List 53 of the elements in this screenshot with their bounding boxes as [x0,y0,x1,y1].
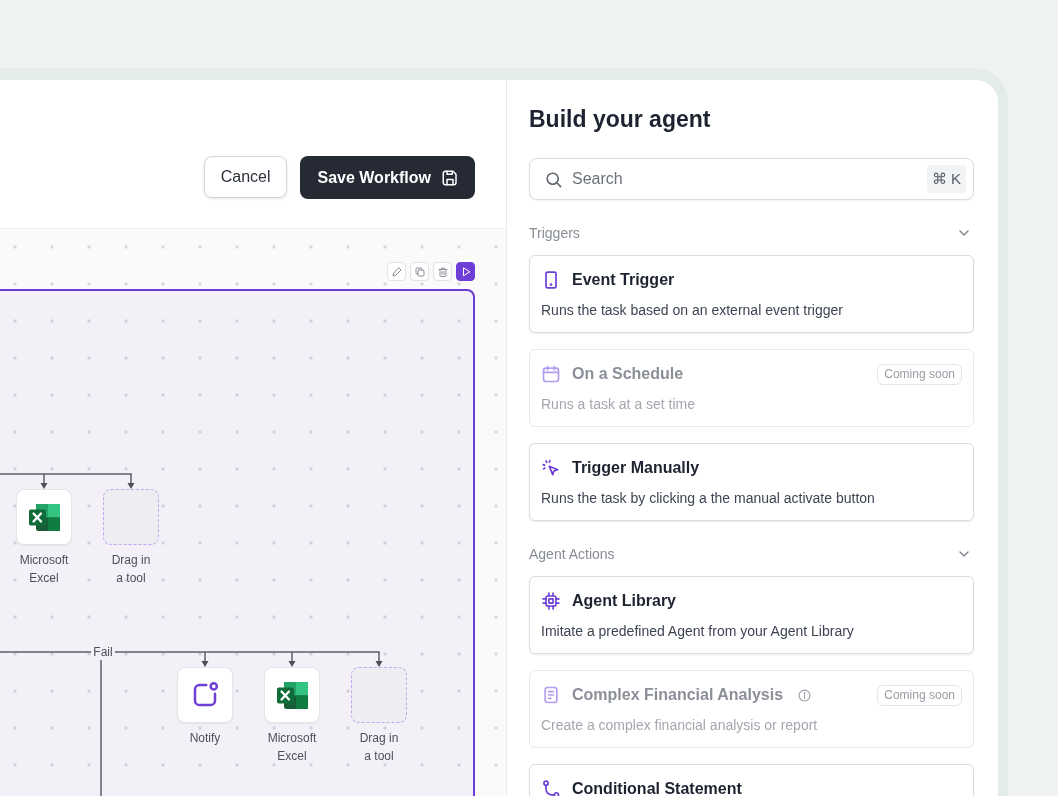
calendar-icon [541,364,561,384]
panel-title: Build your agent [529,105,712,133]
option-card[interactable]: Conditional Statement [529,764,974,796]
arrow [375,652,383,667]
document-icon [541,685,561,705]
status-badge: Coming soon [877,363,962,385]
save-button[interactable]: Save Workflow [300,156,475,199]
edit-button[interactable] [387,262,406,281]
section-title: Agent Actions [529,546,615,562]
section-title: Triggers [529,225,580,241]
arrow [40,474,48,489]
tool-node[interactable] [16,489,72,545]
run-button[interactable] [456,262,475,281]
trash-icon [436,265,449,278]
card-description: Imitate a predefined Agent from your Agent Library [541,622,855,641]
cursor-click-icon [541,458,561,478]
keyboard-shortcut: ⌘ K [926,165,966,193]
node-label: Drag in a tool [110,552,152,587]
tool-node[interactable] [177,667,233,723]
chip-icon [541,591,561,611]
option-card[interactable]: Event Trigger Runs the task based on an external event trigger [529,255,974,333]
card-description: Runs the task by clicking a the manual activate button [541,489,876,508]
node-label: Notify [188,730,222,747]
card-title: Agent Library [572,592,676,610]
search-icon [544,169,563,189]
route-icon [541,779,561,796]
pencil-icon [390,265,403,278]
card-description: Runs the task based on an external event trigger [541,301,844,320]
spreadsheet-icon [275,680,309,710]
node-group[interactable] [0,289,475,796]
card-description: Runs a task at a set time [541,395,697,414]
duplicate-button[interactable] [410,262,429,281]
node-label: Microsoft Excel [266,730,318,765]
node-label: Microsoft Excel [18,552,70,587]
tool-node[interactable] [264,667,320,723]
arrow [127,474,135,489]
card-title: Complex Financial Analysis [572,686,784,704]
branch-label: Fail [93,645,113,659]
copy-icon [413,265,426,278]
status-badge: Coming soon [877,684,962,706]
option-card[interactable]: Agent Library Imitate a predefined Agent from your Agent Library [529,576,974,654]
card-title: Trigger Manually [572,459,700,477]
arrow [288,652,296,667]
spreadsheet-icon [27,502,61,532]
cancel-button[interactable]: Cancel [203,156,288,198]
option-card[interactable]: Trigger Manually Runs the task by clicking a the manual activate button [529,443,974,521]
delete-button[interactable] [433,262,452,281]
arrow [201,652,209,667]
card-description: Create a complex financial analysis or report [541,716,819,735]
card-title: On a Schedule [572,365,684,383]
card-title: Event Trigger [572,271,675,289]
card-title: Conditional Statement [572,780,742,796]
node-label: Drag in a tool [358,730,400,765]
